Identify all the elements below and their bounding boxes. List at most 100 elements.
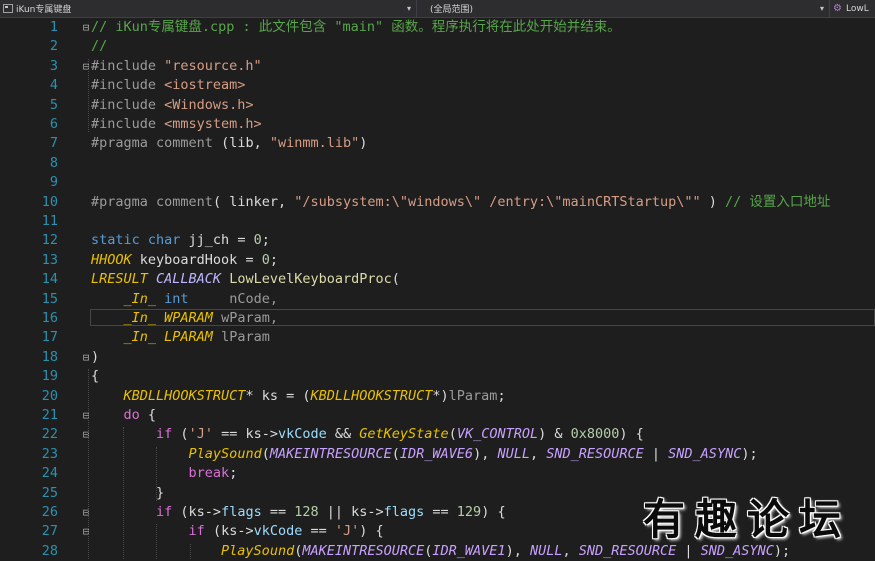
code-line[interactable]: 1 ⊟// iKun专属键盘.cpp : 此文件包含 "main" 函数。程序执行… xyxy=(0,18,875,37)
code-token: #include xyxy=(91,57,165,74)
line-number: 16 xyxy=(41,310,58,326)
code-token: ( xyxy=(391,271,400,288)
code-token: ; xyxy=(497,387,506,404)
code-editor[interactable]: 1 ⊟// iKun专属键盘.cpp : 此文件包含 "main" 函数。程序执行… xyxy=(0,18,875,560)
code-line[interactable]: 18 ⊟) xyxy=(0,348,875,367)
code-token: static xyxy=(91,232,148,249)
line-number: 22 xyxy=(41,426,58,443)
scope-dropdown[interactable]: (全局范围) ▾ xyxy=(418,0,830,17)
code-line[interactable]: 12 static char jj_ch = 0; xyxy=(0,231,875,250)
code-token: ) & xyxy=(538,426,571,443)
code-token: 128 xyxy=(294,504,319,520)
code-token: KBDLLHOOKSTRUCT xyxy=(123,387,246,404)
code-line[interactable]: 23 PlaySound(MAKEINTRESOURCE(IDR_WAVE6),… xyxy=(0,445,875,464)
line-number: 26 xyxy=(41,504,58,520)
line-number: 15 xyxy=(41,290,58,307)
code-token: LowLevelKeyboardProc xyxy=(229,271,392,288)
code-text: #include <mmsystem.h> xyxy=(91,115,262,134)
code-token: && xyxy=(326,426,360,443)
code-line[interactable]: 10 #pragma comment( linker, "/subsystem:\… xyxy=(0,193,875,212)
code-line[interactable]: 22 ⊟ if ('J' == ks->vkCode && GetKeyState… xyxy=(0,425,875,444)
line-number: 6 xyxy=(49,116,58,132)
code-text: #include <iostream> xyxy=(91,76,245,95)
code-token: ; xyxy=(229,465,238,482)
code-token: if xyxy=(156,504,181,520)
line-number: 7 xyxy=(49,135,58,152)
code-line[interactable]: 24 break; xyxy=(0,464,875,483)
line-number: 25 xyxy=(41,484,58,501)
code-token: jj_ch = xyxy=(188,232,254,249)
code-token: WPARAM xyxy=(164,310,222,326)
code-token: vkCode xyxy=(253,523,303,540)
code-token: int xyxy=(164,290,230,307)
code-token: <Windows.h> xyxy=(164,96,254,113)
code-token: keyboardHook = xyxy=(139,251,262,268)
code-text: #include "resource.h" xyxy=(91,57,262,76)
code-token: CALLBACK xyxy=(156,271,230,288)
line-number: 23 xyxy=(41,445,58,462)
line-number: 5 xyxy=(49,96,58,113)
code-token: break xyxy=(188,465,230,482)
code-token: MAKEINTRESOURCE xyxy=(269,445,392,462)
code-line[interactable]: 4 #include <iostream> xyxy=(0,76,875,95)
line-number: 13 xyxy=(41,251,58,268)
code-text: do { xyxy=(91,406,157,425)
code-line[interactable]: 13 HHOOK keyboardHook = 0; xyxy=(0,251,875,270)
line-number: 14 xyxy=(41,271,58,288)
indent-guide xyxy=(88,369,89,560)
code-token: VK_CONTROL xyxy=(456,426,539,443)
code-token: (ks-> xyxy=(212,523,254,540)
line-number: 4 xyxy=(49,77,58,94)
indent-guide xyxy=(156,446,157,501)
code-token: ) { xyxy=(481,504,506,520)
code-token: 'J' xyxy=(188,426,213,443)
code-token: nCode, xyxy=(229,290,278,307)
code-line[interactable]: 15 _In_ int nCode, xyxy=(0,290,875,309)
code-text: _In_ WPARAM wParam, xyxy=(91,309,278,328)
code-token: , xyxy=(529,445,547,462)
code-token: lParam xyxy=(448,387,498,404)
navigation-bar: iKun专属键盘 ▾ (全局范围) ▾ ⚙ LowL xyxy=(0,0,875,18)
code-line[interactable]: 17 _In_ LPARAM lParam xyxy=(0,328,875,347)
line-number: 9 xyxy=(49,174,58,191)
code-token: == xyxy=(424,504,457,520)
code-line[interactable]: 2 // xyxy=(0,37,875,56)
function-dropdown[interactable]: ⚙ LowL xyxy=(831,0,875,17)
code-token: ( xyxy=(448,426,457,443)
code-token: 0 xyxy=(261,251,270,268)
code-token: ( linker, xyxy=(212,193,295,210)
code-line[interactable]: 19 { xyxy=(0,367,875,386)
line-number: 8 xyxy=(49,154,58,171)
code-line[interactable]: 9 xyxy=(0,173,875,192)
code-token: #include xyxy=(91,96,165,113)
watermark-logo: 有趣论坛 xyxy=(642,495,851,544)
line-number: 12 xyxy=(41,232,58,249)
code-token: ) xyxy=(91,348,100,365)
code-text: } xyxy=(91,484,164,503)
code-token: SND_ASYNC xyxy=(668,445,742,462)
code-line[interactable]: 11 xyxy=(0,212,875,231)
project-dropdown[interactable]: iKun专属键盘 ▾ xyxy=(0,0,417,17)
code-line[interactable]: 7 #pragma comment (lib, "winmm.lib") xyxy=(0,134,875,153)
code-token: LRESULT xyxy=(91,271,157,288)
code-token: ( xyxy=(261,445,270,462)
code-line[interactable]: 16 _In_ WPARAM wParam, xyxy=(0,309,875,328)
code-line[interactable]: 3 ⊟ #include "resource.h" xyxy=(0,57,875,76)
code-line[interactable]: 21 ⊟ do { xyxy=(0,406,875,425)
code-token: MAKEINTRESOURCE xyxy=(302,542,425,559)
code-token: IDR_WAVE6 xyxy=(399,445,474,462)
code-token: KBDLLHOOKSTRUCT xyxy=(310,387,433,404)
code-line[interactable]: 5 #include <Windows.h> xyxy=(0,96,875,115)
code-token: (lib, xyxy=(221,135,270,152)
function-name: LowL xyxy=(845,3,869,14)
scope-label: (全局范围) xyxy=(430,5,474,15)
code-line[interactable]: 6 #include <mmsystem.h> xyxy=(0,115,875,134)
code-line[interactable]: 8 xyxy=(0,154,875,173)
code-token: "resource.h" xyxy=(164,57,262,74)
code-line[interactable]: 20 KBDLLHOOKSTRUCT* ks = (KBDLLHOOKSTRUC… xyxy=(0,387,875,406)
code-text: if (ks->flags == 128 || ks->flags == 129… xyxy=(91,503,506,522)
code-line[interactable]: 14 LRESULT CALLBACK LowLevelKeyboardProc( xyxy=(0,270,875,289)
